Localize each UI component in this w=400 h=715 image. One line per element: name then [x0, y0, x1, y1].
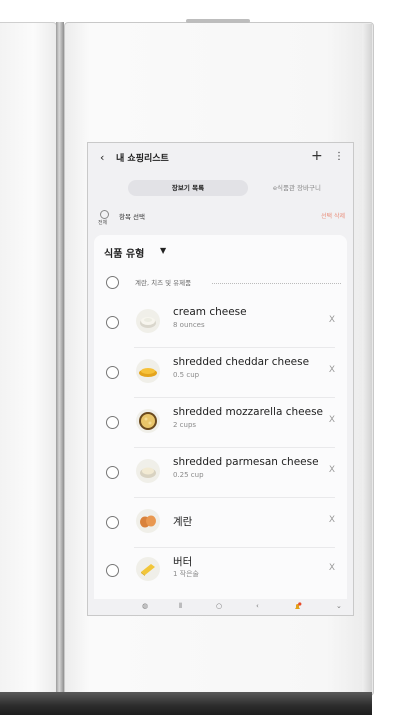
fridge-door-gap	[56, 22, 64, 694]
chevron-left-icon[interactable]: ‹	[100, 152, 112, 164]
cheddar-icon	[136, 359, 160, 383]
more-vertical-icon[interactable]: ⋮	[334, 151, 344, 163]
tab-shopping-list[interactable]: 장보기 목록	[128, 180, 248, 196]
remove-item-button[interactable]: X	[329, 563, 335, 573]
select-items-button[interactable]: 항목 선택	[119, 211, 145, 221]
item-radio[interactable]	[106, 516, 119, 529]
eggs-icon	[136, 509, 160, 533]
item-name: cream cheese	[173, 306, 247, 318]
selection-row: 전체 항목 선택 선택 삭제	[88, 208, 353, 228]
list-card: 식품 유형 ▼ 계란, 치즈 및 유제품 cream cheese 8 ounc…	[94, 235, 347, 607]
list-item[interactable]: 계란 X	[94, 498, 347, 548]
item-quantity: 1 작은술	[173, 570, 199, 578]
recents-icon[interactable]: ⦀	[179, 602, 182, 611]
item-radio[interactable]	[106, 466, 119, 479]
remove-item-button[interactable]: X	[329, 465, 335, 475]
item-name: 버터	[173, 556, 193, 568]
notification-icon[interactable]	[293, 602, 302, 613]
fridge-base	[0, 692, 372, 715]
item-name: shredded cheddar cheese	[173, 356, 310, 368]
select-all-radio[interactable]	[100, 210, 109, 219]
remove-item-button[interactable]: X	[329, 365, 335, 375]
butter-icon	[136, 557, 160, 581]
list-item[interactable]: shredded mozzarella cheese 2 cups X	[94, 398, 347, 448]
caret-down-icon[interactable]: ▼	[160, 246, 166, 255]
delete-selected-button[interactable]: 선택 삭제	[321, 211, 345, 220]
category-dropdown[interactable]: 식품 유형	[104, 245, 144, 260]
remove-item-button[interactable]: X	[329, 315, 335, 325]
system-nav-bar: ◍ ⦀ ○ ‹ ⌄	[88, 599, 353, 615]
item-radio[interactable]	[106, 316, 119, 329]
fridge-hinge	[186, 19, 250, 23]
fridge-left-door	[0, 22, 57, 696]
item-radio[interactable]	[106, 564, 119, 577]
mozzarella-icon	[136, 409, 160, 433]
item-radio[interactable]	[106, 366, 119, 379]
fridge-door-edge	[362, 24, 372, 692]
tab-e-mart-cart[interactable]: e식품관 장바구니	[252, 180, 342, 196]
parmesan-icon	[136, 459, 160, 483]
item-quantity: 0.5 cup	[173, 371, 200, 379]
home-icon[interactable]: ○	[216, 602, 222, 610]
item-name: shredded parmesan cheese	[173, 456, 319, 468]
remove-item-button[interactable]: X	[329, 515, 335, 525]
list-item[interactable]: cream cheese 8 ounces X	[94, 298, 347, 348]
item-quantity: 2 cups	[173, 421, 197, 429]
group-radio[interactable]	[106, 276, 119, 289]
item-radio[interactable]	[106, 416, 119, 429]
cream-cheese-icon	[136, 309, 160, 333]
item-name: 계란	[173, 516, 193, 528]
top-bar: ‹ 내 쇼핑리스트 + ⋮	[88, 143, 353, 173]
plus-icon[interactable]: +	[311, 148, 323, 164]
page-title: 내 쇼핑리스트	[116, 154, 169, 164]
group-divider	[212, 283, 341, 284]
select-all-label: 전체	[98, 220, 108, 226]
fridge-screen: ‹ 내 쇼핑리스트 + ⋮ 장보기 목록 e식품관 장바구니 전체 항목 선택 …	[87, 142, 354, 616]
list-item[interactable]: shredded parmesan cheese 0.25 cup X	[94, 448, 347, 498]
remove-item-button[interactable]: X	[329, 415, 335, 425]
list-item[interactable]: 버터 1 작은술 X	[94, 546, 347, 596]
item-name: shredded mozzarella cheese	[173, 406, 324, 418]
bixby-icon[interactable]: ◍	[142, 602, 148, 610]
item-quantity: 0.25 cup	[173, 471, 204, 479]
back-icon[interactable]: ‹	[256, 602, 259, 610]
item-quantity: 8 ounces	[173, 321, 205, 329]
group-label: 계란, 치즈 및 유제품	[135, 279, 192, 287]
tab-bar: 장보기 목록 e식품관 장바구니	[100, 180, 342, 196]
expand-icon[interactable]: ⌄	[336, 602, 342, 610]
group-header: 계란, 치즈 및 유제품	[94, 275, 347, 293]
list-item[interactable]: shredded cheddar cheese 0.5 cup X	[94, 348, 347, 398]
